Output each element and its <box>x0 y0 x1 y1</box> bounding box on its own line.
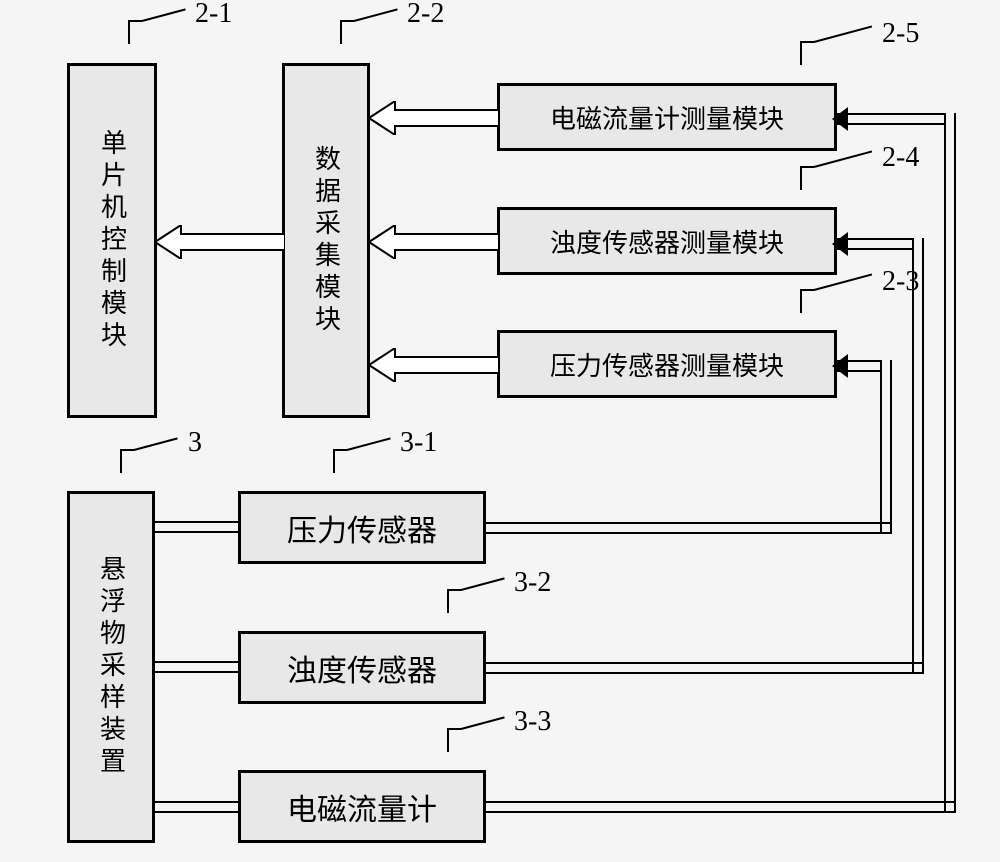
label-2-1: 2-1 <box>195 0 232 30</box>
label-3-2: 3-2 <box>514 567 551 599</box>
leader-2-4 <box>814 151 872 168</box>
leader-2-5 <box>814 26 872 43</box>
box-data-acquisition-module: 数据采集模块 <box>282 63 370 418</box>
leader-2-1 <box>142 8 186 22</box>
box-pressure-measure-module: 压力传感器测量模块 <box>497 330 837 398</box>
flag-2-1 <box>128 20 142 44</box>
leader-2-2 <box>354 8 398 22</box>
box-data-acquisition-module-label: 数据采集模块 <box>308 145 345 337</box>
label-2-4: 2-4 <box>882 142 919 174</box>
box-suspension-sampling-device-label: 悬浮物采样装置 <box>93 555 130 779</box>
leader-2-3 <box>814 274 872 291</box>
arrow-pressure-module-to-data <box>369 348 499 382</box>
flag-2-4 <box>800 166 814 190</box>
box-suspension-sampling-device: 悬浮物采样装置 <box>67 491 155 843</box>
box-pressure-sensor-label: 压力传感器 <box>287 506 437 550</box>
flag-2-3 <box>800 289 814 313</box>
conn-3-to-31 <box>155 521 238 533</box>
conn-3-to-33 <box>155 801 238 813</box>
box-mcu-control-module-label: 单片机控制模块 <box>94 129 131 353</box>
label-3: 3 <box>188 427 202 459</box>
conn-33-25-h2 <box>837 113 944 125</box>
conn-32-24-h2 <box>837 238 912 250</box>
box-turbidity-measure-module-label: 浊度传感器测量模块 <box>550 223 784 260</box>
arrow-into-23 <box>832 354 848 378</box>
leader-3-3 <box>461 716 505 730</box>
conn-33-25-h <box>486 801 956 813</box>
box-emf-flowmeter-module: 电磁流量计测量模块 <box>497 83 837 151</box>
label-3-3: 3-3 <box>514 706 551 738</box>
flag-2-2 <box>340 20 354 44</box>
conn-31-23-v <box>880 360 892 534</box>
box-mcu-control-module: 单片机控制模块 <box>67 63 157 418</box>
conn-33-25-v <box>944 113 956 813</box>
label-2-5: 2-5 <box>882 18 919 50</box>
box-turbidity-measure-module: 浊度传感器测量模块 <box>497 207 837 275</box>
label-3-1: 3-1 <box>400 427 437 459</box>
flag-3-1 <box>333 449 347 473</box>
box-emf-flowmeter: 电磁流量计 <box>238 770 486 843</box>
leader-3 <box>134 437 178 451</box>
conn-32-24-v <box>912 238 924 674</box>
label-2-2: 2-2 <box>407 0 444 30</box>
arrow-turbidity-module-to-data <box>369 225 499 259</box>
conn-3-to-32 <box>155 661 238 673</box>
leader-3-1 <box>347 437 391 451</box>
flag-3-2 <box>447 589 461 613</box>
box-turbidity-sensor-label: 浊度传感器 <box>287 646 437 690</box>
arrow-data-to-mcu <box>155 225 285 259</box>
box-emf-flowmeter-label: 电磁流量计 <box>287 785 437 829</box>
leader-3-2 <box>461 577 505 591</box>
arrow-into-25 <box>832 107 848 131</box>
conn-31-23-h <box>486 522 892 534</box>
box-emf-flowmeter-module-label: 电磁流量计测量模块 <box>550 99 784 136</box>
arrow-emf-to-data <box>369 101 499 135</box>
arrow-into-24 <box>832 232 848 256</box>
flag-3 <box>120 449 134 473</box>
box-turbidity-sensor: 浊度传感器 <box>238 631 486 704</box>
box-pressure-measure-module-label: 压力传感器测量模块 <box>550 346 784 383</box>
conn-32-24-h <box>486 662 924 674</box>
box-pressure-sensor: 压力传感器 <box>238 491 486 564</box>
flag-3-3 <box>447 728 461 752</box>
flag-2-5 <box>800 41 814 65</box>
